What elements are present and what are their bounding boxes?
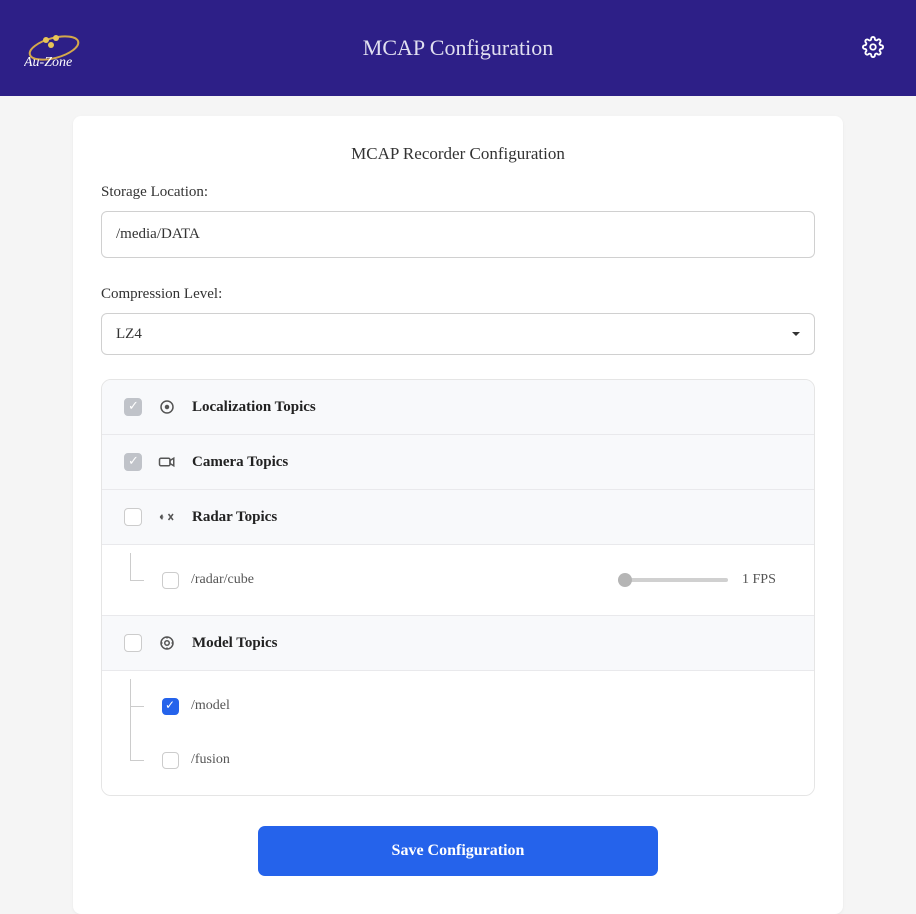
model-title: Model Topics bbox=[192, 635, 277, 652]
model-topic-header[interactable]: Model Topics bbox=[102, 616, 814, 671]
tree-line bbox=[130, 689, 150, 723]
fusion-checkbox[interactable] bbox=[162, 752, 179, 769]
radar-cube-label: /radar/cube bbox=[191, 572, 606, 588]
model-item-label: /model bbox=[191, 698, 792, 714]
save-button[interactable]: Save Configuration bbox=[258, 826, 658, 876]
settings-button[interactable] bbox=[854, 28, 892, 69]
gear-icon bbox=[862, 36, 884, 58]
compression-label: Compression Level: bbox=[101, 286, 815, 303]
camera-topic-header[interactable]: Camera Topics bbox=[102, 435, 814, 490]
model-row: /model bbox=[102, 679, 814, 733]
localization-title: Localization Topics bbox=[192, 399, 316, 416]
camera-icon bbox=[158, 453, 176, 471]
app-header: Au-Zone MCAP Configuration bbox=[0, 0, 916, 96]
radar-fps-label: 1 FPS bbox=[742, 572, 792, 588]
radar-icon bbox=[158, 508, 176, 526]
radar-checkbox[interactable] bbox=[124, 508, 142, 526]
radar-fps-control: 1 FPS bbox=[618, 572, 792, 588]
card-title: MCAP Recorder Configuration bbox=[101, 144, 815, 164]
radar-fps-slider[interactable] bbox=[618, 578, 728, 582]
topics-panel: Localization Topics Camera Topics Radar … bbox=[101, 379, 815, 796]
fusion-label: /fusion bbox=[191, 752, 792, 768]
radar-cube-row: /radar/cube 1 FPS bbox=[102, 553, 814, 607]
location-icon bbox=[158, 398, 176, 416]
fusion-row: /fusion bbox=[102, 733, 814, 787]
camera-checkbox[interactable] bbox=[124, 453, 142, 471]
logo-icon: Au-Zone bbox=[24, 28, 84, 68]
camera-title: Camera Topics bbox=[192, 454, 288, 471]
config-card: MCAP Recorder Configuration Storage Loca… bbox=[73, 116, 843, 914]
model-item-checkbox[interactable] bbox=[162, 698, 179, 715]
radar-subtopics: /radar/cube 1 FPS bbox=[102, 545, 814, 616]
storage-label: Storage Location: bbox=[101, 184, 815, 201]
localization-checkbox[interactable] bbox=[124, 398, 142, 416]
tree-line bbox=[130, 563, 150, 597]
model-checkbox[interactable] bbox=[124, 634, 142, 652]
storage-input[interactable] bbox=[101, 211, 815, 258]
page-title: MCAP Configuration bbox=[363, 35, 553, 61]
brand-logo: Au-Zone bbox=[24, 28, 84, 68]
model-subtopics: /model /fusion bbox=[102, 671, 814, 795]
radar-topic-header[interactable]: Radar Topics bbox=[102, 490, 814, 545]
radar-cube-checkbox[interactable] bbox=[162, 572, 179, 589]
model-icon bbox=[158, 634, 176, 652]
compression-select[interactable]: LZ4 bbox=[101, 313, 815, 355]
svg-text:Au-Zone: Au-Zone bbox=[24, 55, 72, 68]
localization-topic-header[interactable]: Localization Topics bbox=[102, 380, 814, 435]
tree-line bbox=[130, 743, 150, 777]
radar-title: Radar Topics bbox=[192, 509, 277, 526]
